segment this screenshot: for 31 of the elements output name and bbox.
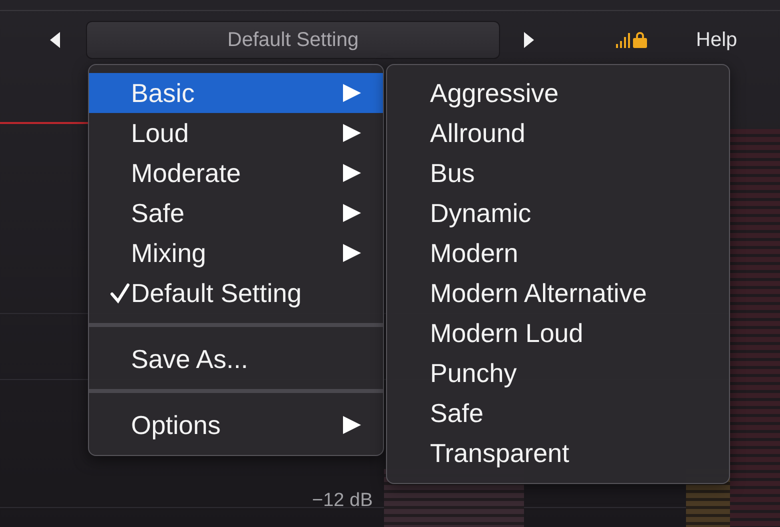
menu-item[interactable]: Moderate — [89, 153, 383, 193]
menu-item[interactable]: Basic — [89, 73, 383, 113]
right-triangle-icon[interactable] — [524, 32, 534, 48]
menu-item[interactable]: Bus — [387, 153, 729, 193]
menu-item[interactable]: Allround — [387, 113, 729, 153]
menu-item[interactable]: Default Setting — [89, 273, 383, 313]
scale-label: −12 dB — [312, 490, 373, 512]
help-link[interactable]: Help — [696, 28, 738, 52]
menu-item[interactable]: Dynamic — [387, 193, 729, 233]
submenu-arrow-icon — [343, 416, 361, 434]
menu-item[interactable]: Safe — [387, 393, 729, 433]
submenu-arrow-icon — [343, 84, 361, 102]
submenu-arrow-icon — [343, 244, 361, 262]
menu-item[interactable]: Aggressive — [387, 73, 729, 113]
menu-item[interactable]: Options — [89, 405, 383, 445]
submenu-arrow-icon — [343, 124, 361, 142]
submenu-arrow-icon — [343, 204, 361, 222]
menu-item[interactable]: Modern — [387, 233, 729, 273]
menu-item[interactable]: Mixing — [89, 233, 383, 273]
menu-item[interactable]: Safe — [89, 193, 383, 233]
left-triangle-icon[interactable] — [50, 32, 60, 48]
signal-lock-icon[interactable] — [616, 31, 648, 49]
submenu-arrow-icon — [343, 164, 361, 182]
preset-name-field[interactable]: Default Setting — [86, 21, 500, 59]
check-icon — [109, 282, 131, 304]
menu-item[interactable]: Modern Loud — [387, 313, 729, 353]
menu-item[interactable]: Loud — [89, 113, 383, 153]
menu-item[interactable]: Punchy — [387, 353, 729, 393]
menu-item[interactable]: Modern Alternative — [387, 273, 729, 313]
menu-item[interactable]: Transparent — [387, 433, 729, 473]
menu-item[interactable]: Save As... — [89, 339, 383, 379]
